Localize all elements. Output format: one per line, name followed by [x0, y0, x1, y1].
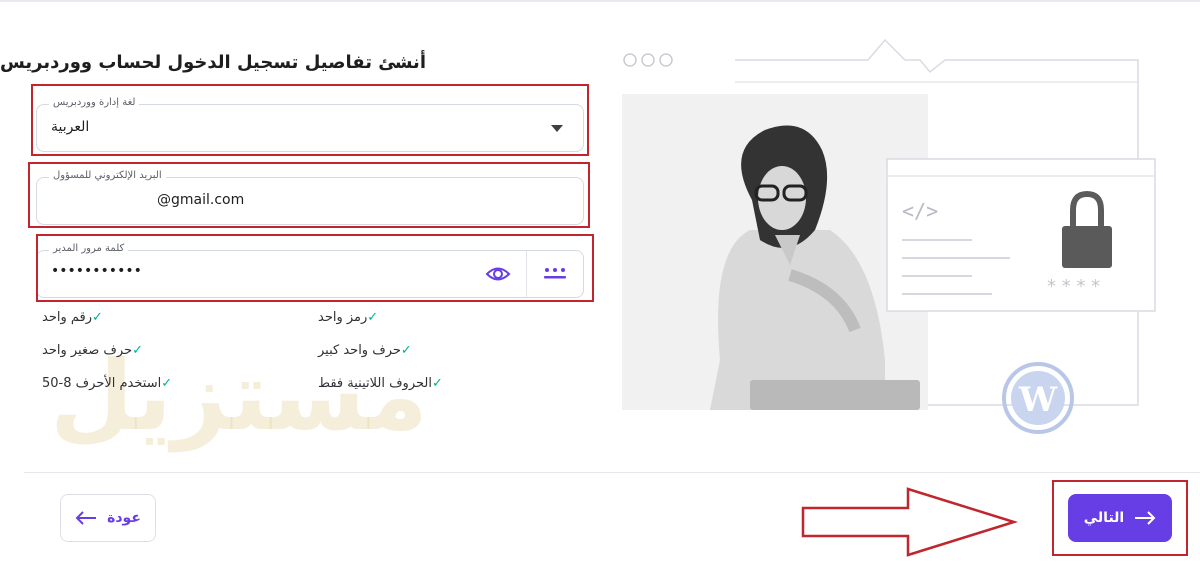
password-field[interactable]: كلمة مرور المدير ••••••••••• [36, 243, 584, 298]
code-tag-text: </> [902, 199, 938, 223]
email-value: @gmail.com [157, 192, 245, 208]
pin-mask-text: * * * * [1047, 276, 1100, 297]
footer-divider [24, 472, 1200, 473]
requirement-item: ✓ استخدم الأحرف 8-50 [42, 376, 173, 391]
illustration: </> * * * * W [622, 38, 1156, 434]
window-dot [659, 53, 673, 67]
check-icon: ✓ [367, 310, 379, 325]
window-dot [623, 53, 637, 67]
check-icon: ✓ [161, 376, 173, 391]
next-button[interactable]: التالي [1068, 494, 1172, 542]
generate-password-button[interactable] [526, 251, 583, 297]
check-icon: ✓ [92, 310, 103, 325]
code-card [886, 158, 1156, 312]
back-label: عودة [107, 510, 141, 526]
requirement-item: ✓ رمز واحد [318, 310, 379, 325]
requirement-item: ✓ حرف صغير واحد [42, 343, 144, 358]
page-title: أنشئ تفاصيل تسجيل الدخول لحساب ووردبريس [0, 52, 426, 73]
language-value: العربية [51, 119, 90, 135]
window-dot [641, 53, 655, 67]
svg-text:W: W [1018, 380, 1058, 420]
language-select[interactable]: لغة إدارة ووردبريس العربية [36, 97, 584, 152]
requirement-item: ✓ حرف واحد كبير [318, 343, 412, 358]
check-icon: ✓ [431, 376, 443, 391]
password-label: كلمة مرور المدير [49, 243, 129, 254]
requirement-item: ✓ الحروف اللاتينية فقط [318, 376, 443, 391]
arrow-left-icon [75, 511, 97, 525]
annotation-arrow [801, 487, 1019, 557]
password-dots-icon [544, 268, 566, 279]
top-border [0, 0, 1200, 2]
next-label: التالي [1083, 510, 1125, 526]
email-label: البريد الإلكتروني للمسؤول [49, 170, 166, 181]
requirement-item: ✓ رقم واحد [42, 310, 103, 325]
language-label: لغة إدارة ووردبريس [49, 97, 140, 108]
chevron-down-icon[interactable] [551, 125, 563, 132]
back-button[interactable]: عودة [60, 494, 156, 542]
wordpress-icon: W [1002, 362, 1074, 434]
email-field[interactable]: البريد الإلكتروني للمسؤول @gmail.com [36, 170, 584, 225]
arrow-right-icon [1135, 511, 1156, 525]
password-value: ••••••••••• [51, 263, 142, 279]
check-icon: ✓ [400, 343, 412, 358]
check-icon: ✓ [132, 343, 144, 358]
eye-icon[interactable] [485, 263, 511, 289]
